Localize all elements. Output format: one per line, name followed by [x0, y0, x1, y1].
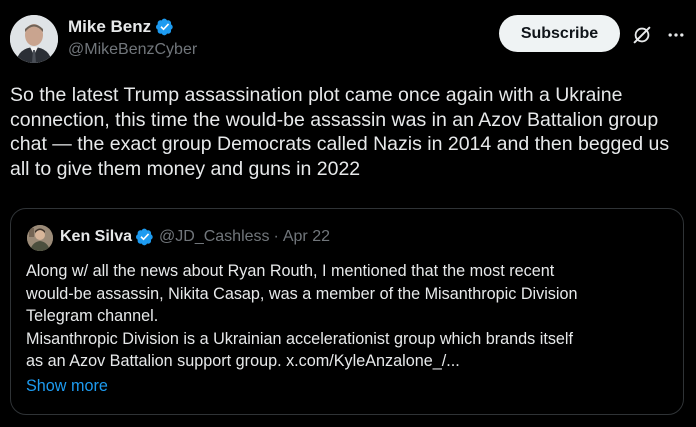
quoted-author-avatar-image: [27, 225, 53, 251]
quoted-text-line: Telegram channel.: [26, 307, 159, 325]
author-avatar[interactable]: [10, 15, 58, 63]
quoted-text-line: Along w/ all the news about Ryan Routh, …: [26, 262, 555, 280]
author-handle[interactable]: @MikeBenzCyber: [68, 41, 197, 59]
quoted-header: Ken Silva @JD_Cashless · Apr 22: [60, 228, 330, 246]
quoted-tweet[interactable]: Ken Silva @JD_Cashless · Apr 22 Along w/…: [10, 208, 684, 415]
author-avatar-image: [10, 15, 58, 63]
author-name[interactable]: Mike Benz: [68, 17, 151, 37]
quoted-author-avatar[interactable]: [27, 225, 53, 251]
verified-badge-icon: [156, 18, 173, 36]
quoted-author-name[interactable]: Ken Silva: [60, 228, 132, 246]
grok-button[interactable]: [627, 20, 657, 50]
tweet: Mike Benz @MikeBenzCyber Subscribe So th…: [0, 0, 696, 427]
quoted-date[interactable]: Apr 22: [283, 228, 330, 246]
verified-badge-icon: [136, 228, 153, 246]
quoted-separator: ·: [273, 228, 279, 245]
author-name-row[interactable]: Mike Benz: [68, 17, 174, 37]
show-more-link[interactable]: Show more: [26, 377, 108, 396]
subscribe-button[interactable]: Subscribe: [499, 15, 620, 52]
grok-icon: [633, 26, 651, 44]
more-options-icon: [668, 33, 684, 37]
quoted-text: Along w/ all the news about Ryan Routh, …: [26, 260, 676, 373]
more-options-button[interactable]: [663, 21, 689, 49]
quoted-text-line: would-be assassin, Nikita Casap, was a m…: [26, 284, 578, 303]
quoted-author-handle[interactable]: @JD_Cashless: [159, 228, 270, 246]
tweet-text: So the latest Trump assassination plot c…: [10, 84, 670, 180]
quoted-text-line: as an Azov Battalion support group. x.co…: [26, 352, 460, 370]
quoted-text-line: Misanthropic Division is a Ukrainian acc…: [26, 329, 574, 348]
